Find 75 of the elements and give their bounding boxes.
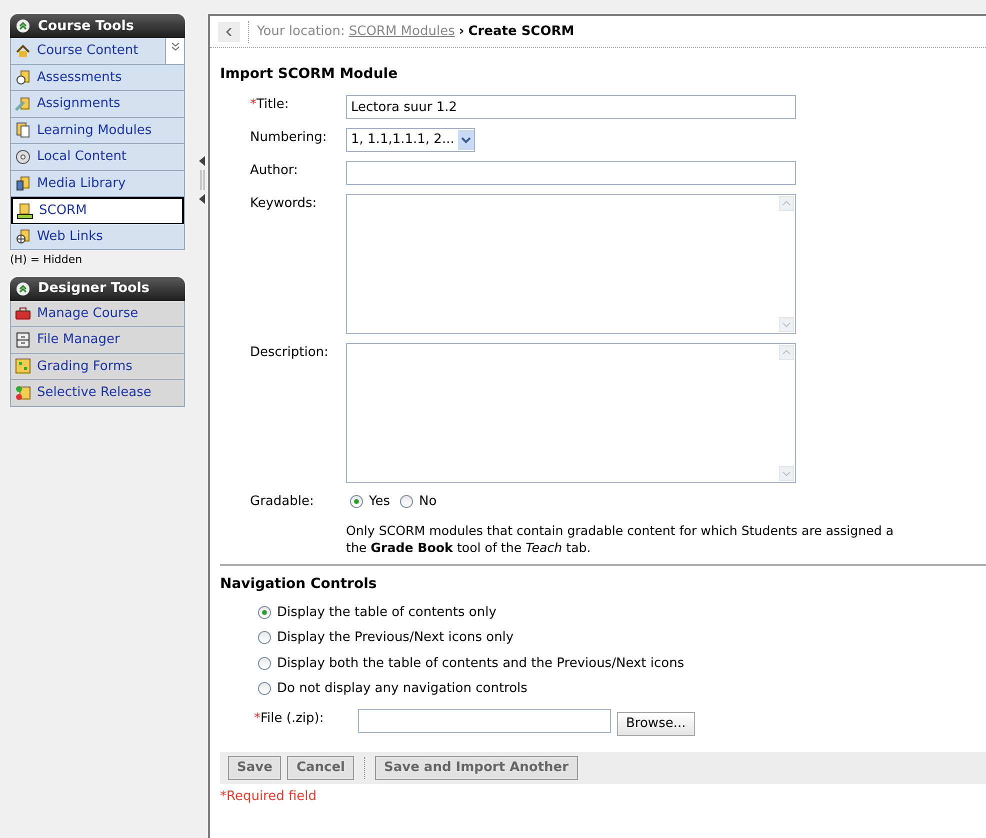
scorm-document-icon	[17, 202, 33, 219]
cabinet-icon	[15, 332, 31, 348]
file-input-field[interactable]	[358, 708, 611, 732]
sidebar-item[interactable]: Assessments	[11, 64, 184, 91]
scroll-up-icon	[779, 196, 794, 211]
ruler-document-icon	[15, 96, 31, 112]
radio-button[interactable]	[400, 495, 413, 508]
required-note: *Required field	[220, 788, 318, 806]
breadcrumb-current: Create SCORM	[468, 22, 574, 41]
breadcrumb-link[interactable]: SCORM Modules	[348, 22, 455, 42]
sidebar-item[interactable]: Local Content	[11, 144, 184, 170]
title-input-field[interactable]: Lectora suur 1.2	[346, 95, 796, 119]
field-label: Description:	[250, 344, 330, 362]
section-heading: Import SCORM Module	[220, 65, 399, 84]
scroll-down-icon	[779, 317, 794, 332]
radio-button[interactable]	[258, 682, 271, 696]
radio-button[interactable]	[258, 656, 271, 670]
breadcrumb-label: Your location:	[257, 22, 345, 41]
release-icon	[15, 384, 31, 401]
section-heading: Navigation Controls	[220, 574, 378, 594]
grid-icon	[15, 358, 31, 374]
panel-title: Designer Tools	[38, 279, 150, 298]
field-label: *File (.zip):	[254, 710, 325, 728]
collapse-left-icon[interactable]	[199, 194, 205, 204]
splitter-handle-icon[interactable]	[200, 170, 204, 190]
field-label: Keywords:	[250, 195, 318, 213]
documents-icon	[15, 122, 31, 138]
scroll-up-icon	[779, 345, 794, 360]
numbering-dropdown[interactable]: 1, 1.1,1.1.1, 2...	[346, 128, 476, 152]
disc-icon	[15, 148, 31, 165]
toolbox-icon	[15, 305, 31, 322]
scroll-down-icon	[779, 466, 794, 481]
collapse-icon	[16, 282, 30, 296]
collapse-left-icon[interactable]	[199, 156, 205, 166]
radio-button[interactable]	[258, 631, 271, 644]
radio-button[interactable]	[350, 495, 363, 508]
radio-label: Do not display any navigation controls	[277, 680, 528, 698]
form-button[interactable]: Save	[228, 756, 282, 780]
collapse-icon	[16, 19, 30, 33]
sidebar-item[interactable]: Selective Release	[11, 380, 184, 406]
form-button[interactable]: Save and Import Another	[374, 756, 578, 780]
clock-document-icon	[15, 69, 31, 86]
radio-label: Yes	[369, 493, 390, 511]
sidebar-item[interactable]: Manage Course	[11, 300, 184, 327]
globe-document-icon	[15, 228, 31, 244]
author-input-field[interactable]	[346, 161, 796, 185]
back-button[interactable]	[218, 22, 240, 42]
sidebar-item[interactable]: Grading Forms	[11, 354, 184, 380]
browse-button[interactable]: Browse...	[617, 712, 695, 736]
media-document-icon	[15, 175, 31, 192]
help-text: the Grade Book tool of the Teach tab.	[346, 538, 592, 556]
form-button[interactable]: Cancel	[287, 756, 354, 780]
sidebar-item[interactable]: SCORM	[11, 197, 184, 224]
field-label: Gradable:	[250, 493, 315, 511]
radio-label: Display both the table of contents and the Previous/Next icons	[277, 654, 684, 672]
field-label: Author:	[250, 162, 299, 180]
panel-title: Course Tools	[38, 16, 134, 36]
sidebar-item[interactable]: Assignments	[11, 91, 184, 118]
chevron-left-icon	[226, 28, 232, 36]
radio-label: No	[419, 493, 437, 511]
sidebar-item[interactable]: Learning Modules	[11, 118, 184, 144]
field-label: Numbering:	[250, 129, 328, 147]
help-text: Only SCORM modules that contain gradable content for which Students are assigned a	[346, 522, 894, 538]
breadcrumb-separator: ›	[458, 22, 464, 41]
radio-label: Display the table of contents only	[277, 604, 496, 622]
sidebar-item[interactable]: Web Links	[11, 224, 184, 250]
radio-label: Display the Previous/Next icons only	[277, 629, 514, 647]
sidebar-item[interactable]: Media Library	[11, 170, 184, 197]
field-label: *Title:	[250, 96, 290, 114]
sidebar-item[interactable]: File Manager	[11, 327, 184, 354]
hidden-note: (H) = Hidden	[10, 252, 84, 268]
house-icon	[15, 42, 31, 59]
radio-button[interactable]	[258, 606, 271, 619]
expand-icon	[170, 42, 180, 52]
sidebar-item[interactable]: Course Content	[11, 38, 184, 64]
